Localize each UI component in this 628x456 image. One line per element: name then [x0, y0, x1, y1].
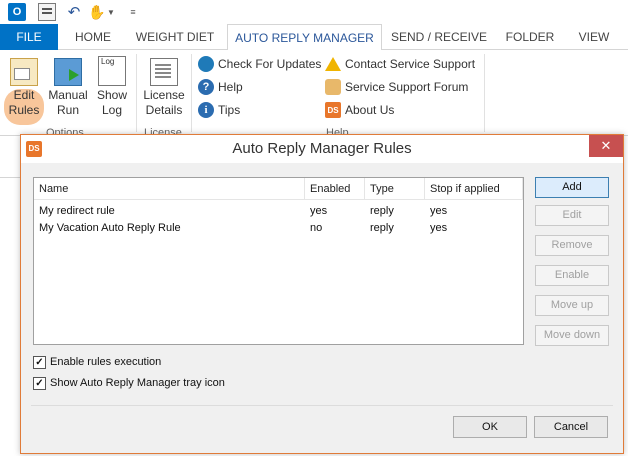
checkbox-checked-icon[interactable]: ✓: [33, 376, 46, 390]
dialog-divider: [31, 405, 613, 406]
column-header-name[interactable]: Name: [34, 178, 305, 200]
ribbon-separator: [136, 54, 137, 132]
outlook-logo-icon: O: [8, 3, 26, 21]
warning-icon: [325, 57, 341, 71]
service-support-forum-button[interactable]: Service Support Forum: [325, 77, 468, 97]
rule-enabled: yes: [310, 205, 328, 217]
column-header-type[interactable]: Type: [365, 178, 425, 200]
tab-file[interactable]: FILE: [0, 24, 58, 50]
rule-type: reply: [370, 205, 394, 217]
remove-button[interactable]: Remove: [535, 235, 609, 256]
cancel-button[interactable]: Cancel: [534, 416, 608, 438]
edit-rules-label-2: Rules: [8, 103, 40, 117]
close-icon[interactable]: ✕: [589, 135, 623, 157]
table-row[interactable]: My redirect rule yes reply yes: [34, 203, 523, 220]
license-details-label-2: Details: [145, 103, 183, 117]
send-receive-all-icon[interactable]: [38, 3, 56, 21]
contact-service-support-button[interactable]: Contact Service Support: [325, 54, 475, 74]
checkbox-checked-icon[interactable]: ✓: [33, 355, 46, 369]
quick-access-toolbar: O ↶ ✋ ▼ ≡: [0, 0, 628, 24]
edit-rules-icon: [10, 58, 38, 86]
manual-run-label-2: Run: [56, 103, 79, 117]
about-us-label: About Us: [345, 103, 395, 117]
check-for-updates-button[interactable]: Check For Updates: [198, 54, 321, 74]
customize-toolbar-icon[interactable]: ≡: [128, 3, 138, 21]
about-us-button[interactable]: DS About Us: [325, 100, 394, 120]
contact-service-support-label: Contact Service Support: [345, 57, 476, 71]
show-tray-icon-checkbox[interactable]: ✓ Show Auto Reply Manager tray icon: [33, 375, 225, 391]
ok-button[interactable]: OK: [453, 416, 527, 438]
license-details-button[interactable]: License Details: [140, 58, 188, 118]
log-icon: Log: [98, 56, 126, 86]
undo-icon[interactable]: ↶: [66, 3, 82, 21]
rule-enabled: no: [310, 222, 323, 234]
move-up-button[interactable]: Move up: [535, 295, 609, 316]
table-row[interactable]: My Vacation Auto Reply Rule no reply yes: [34, 220, 523, 237]
license-document-icon: [150, 58, 178, 86]
rule-name: My Vacation Auto Reply Rule: [39, 222, 181, 234]
service-support-forum-label: Service Support Forum: [345, 80, 469, 94]
show-log-label-1: Show: [96, 88, 128, 102]
ribbon-separator: [484, 54, 485, 132]
manual-run-icon: [54, 58, 82, 86]
touch-mode-icon[interactable]: ✋: [88, 3, 105, 21]
ds-logo-icon: DS: [325, 102, 341, 118]
enable-rules-execution-label: Enable rules execution: [50, 356, 162, 368]
rule-stop-if-applied: yes: [430, 205, 448, 217]
rules-dialog: Auto Reply Manager Rules DS ✕ Name Enabl…: [20, 134, 624, 454]
enable-rules-execution-checkbox[interactable]: ✓ Enable rules execution: [33, 354, 161, 370]
tab-view[interactable]: VIEW: [570, 24, 618, 50]
help-button[interactable]: ? Help: [198, 77, 243, 97]
ds-logo-icon: DS: [26, 141, 42, 157]
show-tray-icon-label: Show Auto Reply Manager tray icon: [50, 377, 225, 389]
tips-button[interactable]: i Tips: [198, 100, 240, 120]
show-log-label-2: Log: [101, 103, 123, 117]
tips-label: Tips: [218, 103, 241, 117]
check-for-updates-label: Check For Updates: [218, 57, 322, 71]
column-header-enabled[interactable]: Enabled: [305, 178, 365, 200]
manual-run-button[interactable]: Manual Run: [46, 58, 90, 118]
move-down-button[interactable]: Move down: [535, 325, 609, 346]
column-header-stop-if-applied[interactable]: Stop if applied: [425, 178, 523, 200]
rule-stop-if-applied: yes: [430, 222, 448, 234]
tab-auto-reply-manager[interactable]: AUTO REPLY MANAGER: [227, 24, 382, 51]
globe-icon: [198, 56, 214, 72]
tab-home[interactable]: HOME: [64, 24, 122, 50]
tab-weight-diet[interactable]: WEIGHT DIET: [128, 24, 222, 50]
rule-type: reply: [370, 222, 394, 234]
edit-rules-label-1: Edit: [13, 88, 35, 102]
rule-name: My redirect rule: [39, 205, 115, 217]
show-log-button[interactable]: Log Show Log: [93, 56, 131, 118]
forum-people-icon: [325, 79, 341, 95]
enable-button[interactable]: Enable: [535, 265, 609, 286]
help-icon: ?: [198, 79, 214, 95]
background-divider: [0, 177, 22, 178]
ribbon-tabs: FILE HOME WEIGHT DIET AUTO REPLY MANAGER…: [0, 24, 628, 51]
add-button[interactable]: Add: [535, 177, 609, 198]
info-icon: i: [198, 102, 214, 118]
edit-rules-button[interactable]: Edit Rules: [4, 58, 44, 130]
tab-folder[interactable]: FOLDER: [497, 24, 563, 50]
license-details-label-1: License: [143, 88, 185, 102]
manual-run-label-1: Manual: [48, 88, 88, 102]
rules-list-header: Name Enabled Type Stop if applied: [34, 178, 523, 200]
dialog-titlebar[interactable]: Auto Reply Manager Rules DS ✕: [21, 135, 623, 163]
chevron-down-icon[interactable]: ▼: [107, 3, 115, 21]
tab-send-receive[interactable]: SEND / RECEIVE: [388, 24, 490, 50]
dialog-title: Auto Reply Manager Rules: [232, 140, 412, 157]
edit-button[interactable]: Edit: [535, 205, 609, 226]
ribbon: Edit Rules Manual Run Log Show Log Optio…: [0, 50, 628, 139]
help-label: Help: [218, 80, 243, 94]
rules-list[interactable]: Name Enabled Type Stop if applied My red…: [33, 177, 524, 345]
ribbon-separator: [191, 54, 192, 132]
